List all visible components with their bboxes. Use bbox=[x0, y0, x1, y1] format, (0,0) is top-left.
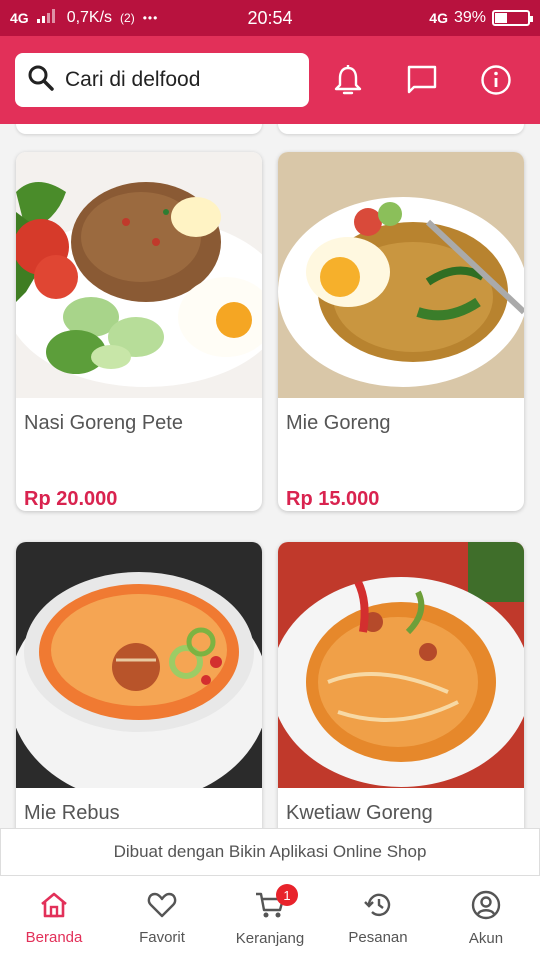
previous-card-edge bbox=[278, 124, 524, 134]
nav-label: Akun bbox=[468, 929, 504, 947]
nav-label: Keranjang bbox=[235, 929, 305, 947]
network-indicator: 4G bbox=[10, 10, 29, 26]
product-name: Mie Rebus bbox=[24, 802, 120, 824]
wifi-icon: (2) bbox=[120, 11, 135, 25]
app-header: Cari di delfood bbox=[0, 36, 540, 124]
bell-icon[interactable] bbox=[331, 63, 365, 97]
nav-label: Beranda bbox=[25, 928, 83, 946]
previous-card-edge bbox=[16, 124, 262, 134]
cart-badge: 1 bbox=[276, 884, 298, 906]
product-card[interactable]: Mie Rebus bbox=[16, 542, 262, 828]
status-bar: 4G 0,7K/s (2) ••• 20:54 4G 39% bbox=[0, 0, 540, 36]
product-grid[interactable]: Nasi Goreng Pete Rp 20.000 Mie Goreng Rp… bbox=[0, 124, 540, 828]
product-price: Rp 15.000 bbox=[286, 488, 380, 510]
info-icon[interactable] bbox=[479, 63, 513, 97]
search-icon bbox=[27, 64, 55, 97]
product-image bbox=[278, 542, 524, 788]
product-image bbox=[278, 152, 524, 398]
bottom-nav: Beranda Favorit 1 Keranjang Pesanan Akun bbox=[0, 876, 540, 960]
nav-item-akun[interactable]: Akun bbox=[432, 876, 540, 960]
account-icon bbox=[471, 890, 501, 924]
product-name: Nasi Goreng Pete bbox=[24, 412, 183, 434]
battery-icon bbox=[492, 10, 533, 26]
product-image bbox=[16, 152, 262, 398]
nav-label: Favorit bbox=[139, 928, 185, 946]
home-icon bbox=[39, 891, 69, 923]
network-indicator-right: 4G bbox=[429, 10, 448, 26]
product-card[interactable]: Kwetiaw Goreng bbox=[278, 542, 524, 828]
signal-icon bbox=[36, 8, 59, 28]
nav-item-beranda[interactable]: Beranda bbox=[0, 876, 108, 960]
banner-text: Dibuat dengan Bikin Aplikasi Online Shop bbox=[113, 842, 427, 861]
product-name: Kwetiaw Goreng bbox=[286, 802, 433, 824]
product-image bbox=[16, 542, 262, 788]
product-name: Mie Goreng bbox=[286, 412, 391, 434]
product-card[interactable]: Nasi Goreng Pete Rp 20.000 bbox=[16, 152, 262, 511]
heart-icon bbox=[147, 891, 177, 923]
made-with-banner[interactable]: Dibuat dengan Bikin Aplikasi Online Shop bbox=[0, 828, 540, 876]
search-bar[interactable]: Cari di delfood bbox=[15, 53, 309, 107]
nav-label: Pesanan bbox=[348, 928, 408, 946]
battery-percent: 39% bbox=[453, 9, 486, 26]
search-placeholder: Cari di delfood bbox=[65, 68, 201, 91]
nav-item-keranjang[interactable]: 1 Keranjang bbox=[216, 876, 324, 960]
clock: 20:54 bbox=[247, 7, 293, 28]
chat-icon[interactable] bbox=[405, 63, 439, 97]
product-card[interactable]: Mie Goreng Rp 15.000 bbox=[278, 152, 524, 511]
nav-item-favorit[interactable]: Favorit bbox=[108, 876, 216, 960]
network-speed: 0,7K/s bbox=[66, 9, 113, 26]
more-dots-icon: ••• bbox=[142, 11, 159, 25]
product-price: Rp 20.000 bbox=[24, 488, 118, 510]
history-icon bbox=[363, 891, 393, 923]
nav-item-pesanan[interactable]: Pesanan bbox=[324, 876, 432, 960]
